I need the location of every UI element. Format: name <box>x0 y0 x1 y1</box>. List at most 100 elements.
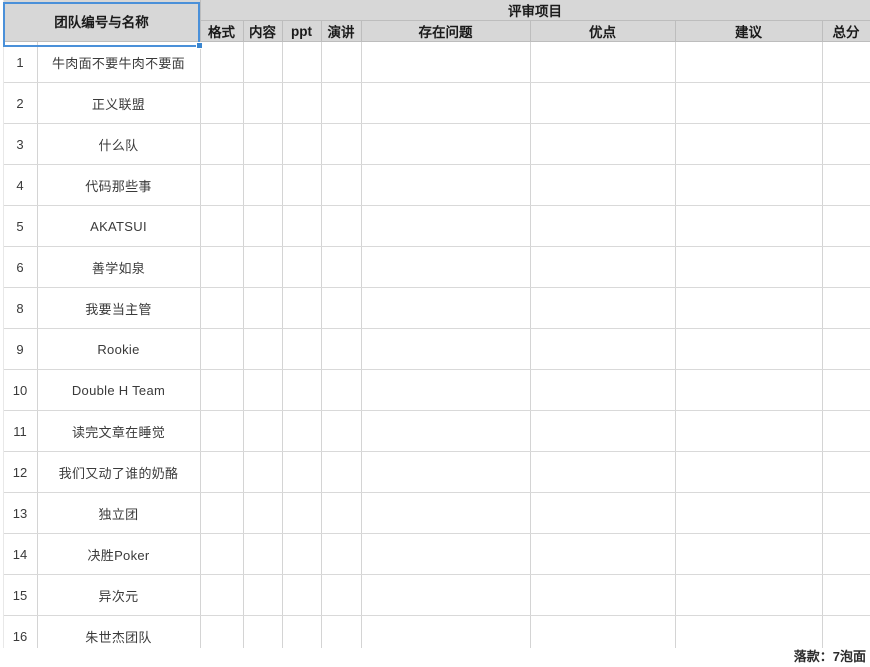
table-row[interactable]: 2 正义联盟 <box>0 82 870 124</box>
row-number[interactable]: 5 <box>3 205 38 247</box>
cell-issues[interactable] <box>361 41 531 83</box>
cell-content[interactable] <box>243 123 283 165</box>
table-row[interactable]: 9 Rookie <box>0 328 870 370</box>
cell-format[interactable] <box>200 410 244 452</box>
cell-advice[interactable] <box>675 205 823 247</box>
cell-advice[interactable] <box>675 492 823 534</box>
cell-speech[interactable] <box>321 82 362 124</box>
cell-total[interactable] <box>822 246 870 288</box>
cell-ppt[interactable] <box>282 164 322 206</box>
table-row[interactable]: 4 代码那些事 <box>0 164 870 206</box>
cell-speech[interactable] <box>321 533 362 575</box>
table-row[interactable]: 15 异次元 <box>0 574 870 616</box>
cell-strengths[interactable] <box>530 574 676 616</box>
row-number[interactable]: 11 <box>3 410 38 452</box>
row-number[interactable]: 13 <box>3 492 38 534</box>
cell-issues[interactable] <box>361 533 531 575</box>
cell-ppt[interactable] <box>282 574 322 616</box>
cell-speech[interactable] <box>321 164 362 206</box>
cell-format[interactable] <box>200 246 244 288</box>
cell-advice[interactable] <box>675 410 823 452</box>
cell-content[interactable] <box>243 574 283 616</box>
cell-format[interactable] <box>200 123 244 165</box>
header-col-total[interactable]: 总分 <box>822 20 870 42</box>
row-number[interactable]: 4 <box>3 164 38 206</box>
cell-content[interactable] <box>243 205 283 247</box>
cell-speech[interactable] <box>321 369 362 411</box>
cell-format[interactable] <box>200 328 244 370</box>
cell-speech[interactable] <box>321 451 362 493</box>
cell-issues[interactable] <box>361 451 531 493</box>
row-number[interactable]: 12 <box>3 451 38 493</box>
cell-ppt[interactable] <box>282 328 322 370</box>
team-name-cell[interactable]: Double H Team <box>37 369 201 411</box>
cell-content[interactable] <box>243 492 283 534</box>
cell-advice[interactable] <box>675 41 823 83</box>
header-col-strengths[interactable]: 优点 <box>530 20 676 42</box>
table-row[interactable]: 13 独立团 <box>0 492 870 534</box>
header-col-ppt[interactable]: ppt <box>282 20 322 42</box>
cell-ppt[interactable] <box>282 41 322 83</box>
table-row[interactable]: 1 牛肉面不要牛肉不要面 <box>0 41 870 83</box>
cell-ppt[interactable] <box>282 287 322 329</box>
cell-advice[interactable] <box>675 246 823 288</box>
cell-strengths[interactable] <box>530 451 676 493</box>
cell-ppt[interactable] <box>282 205 322 247</box>
cell-speech[interactable] <box>321 246 362 288</box>
cell-format[interactable] <box>200 533 244 575</box>
team-name-cell[interactable]: 什么队 <box>37 123 201 165</box>
cell-strengths[interactable] <box>530 492 676 534</box>
row-number[interactable]: 15 <box>3 574 38 616</box>
team-name-cell[interactable]: 读完文章在睡觉 <box>37 410 201 452</box>
team-name-cell[interactable]: 我们又动了谁的奶酪 <box>37 451 201 493</box>
cell-speech[interactable] <box>321 287 362 329</box>
cell-issues[interactable] <box>361 369 531 411</box>
cell-ppt[interactable] <box>282 410 322 452</box>
cell-strengths[interactable] <box>530 533 676 575</box>
cell-advice[interactable] <box>675 164 823 206</box>
row-number[interactable]: 1 <box>3 41 38 83</box>
cell-format[interactable] <box>200 574 244 616</box>
row-number[interactable]: 2 <box>3 82 38 124</box>
cell-format[interactable] <box>200 205 244 247</box>
cell-advice[interactable] <box>675 574 823 616</box>
row-number[interactable]: 8 <box>3 287 38 329</box>
selection-fill-handle[interactable] <box>196 42 203 49</box>
cell-strengths[interactable] <box>530 246 676 288</box>
cell-issues[interactable] <box>361 287 531 329</box>
cell-content[interactable] <box>243 246 283 288</box>
cell-total[interactable] <box>822 369 870 411</box>
cell-total[interactable] <box>822 451 870 493</box>
cell-format[interactable] <box>200 492 244 534</box>
row-number[interactable]: 6 <box>3 246 38 288</box>
cell-total[interactable] <box>822 41 870 83</box>
cell-ppt[interactable] <box>282 492 322 534</box>
cell-content[interactable] <box>243 287 283 329</box>
cell-content[interactable] <box>243 164 283 206</box>
team-name-cell[interactable]: AKATSUI <box>37 205 201 247</box>
table-row[interactable]: 10 Double H Team <box>0 369 870 411</box>
cell-advice[interactable] <box>675 369 823 411</box>
spreadsheet-canvas[interactable]: 团队编号与名称 评审项目 格式 内容 ppt 演讲 存在问题 优点 建议 总分 … <box>0 0 870 667</box>
cell-content[interactable] <box>243 533 283 575</box>
cell-strengths[interactable] <box>530 205 676 247</box>
header-col-speech[interactable]: 演讲 <box>321 20 362 42</box>
cell-content[interactable] <box>243 41 283 83</box>
table-row[interactable]: 14 决胜Poker <box>0 533 870 575</box>
cell-issues[interactable] <box>361 574 531 616</box>
cell-speech[interactable] <box>321 205 362 247</box>
cell-ppt[interactable] <box>282 246 322 288</box>
table-row[interactable]: 11 读完文章在睡觉 <box>0 410 870 452</box>
cell-advice[interactable] <box>675 123 823 165</box>
cell-total[interactable] <box>822 205 870 247</box>
team-name-cell[interactable]: Rookie <box>37 328 201 370</box>
cell-total[interactable] <box>822 574 870 616</box>
cell-format[interactable] <box>200 41 244 83</box>
cell-content[interactable] <box>243 451 283 493</box>
cell-strengths[interactable] <box>530 123 676 165</box>
cell-advice[interactable] <box>675 328 823 370</box>
cell-speech[interactable] <box>321 410 362 452</box>
cell-strengths[interactable] <box>530 410 676 452</box>
evaluation-table[interactable]: 团队编号与名称 评审项目 格式 内容 ppt 演讲 存在问题 优点 建议 总分 … <box>0 0 870 657</box>
header-col-advice[interactable]: 建议 <box>675 20 823 42</box>
